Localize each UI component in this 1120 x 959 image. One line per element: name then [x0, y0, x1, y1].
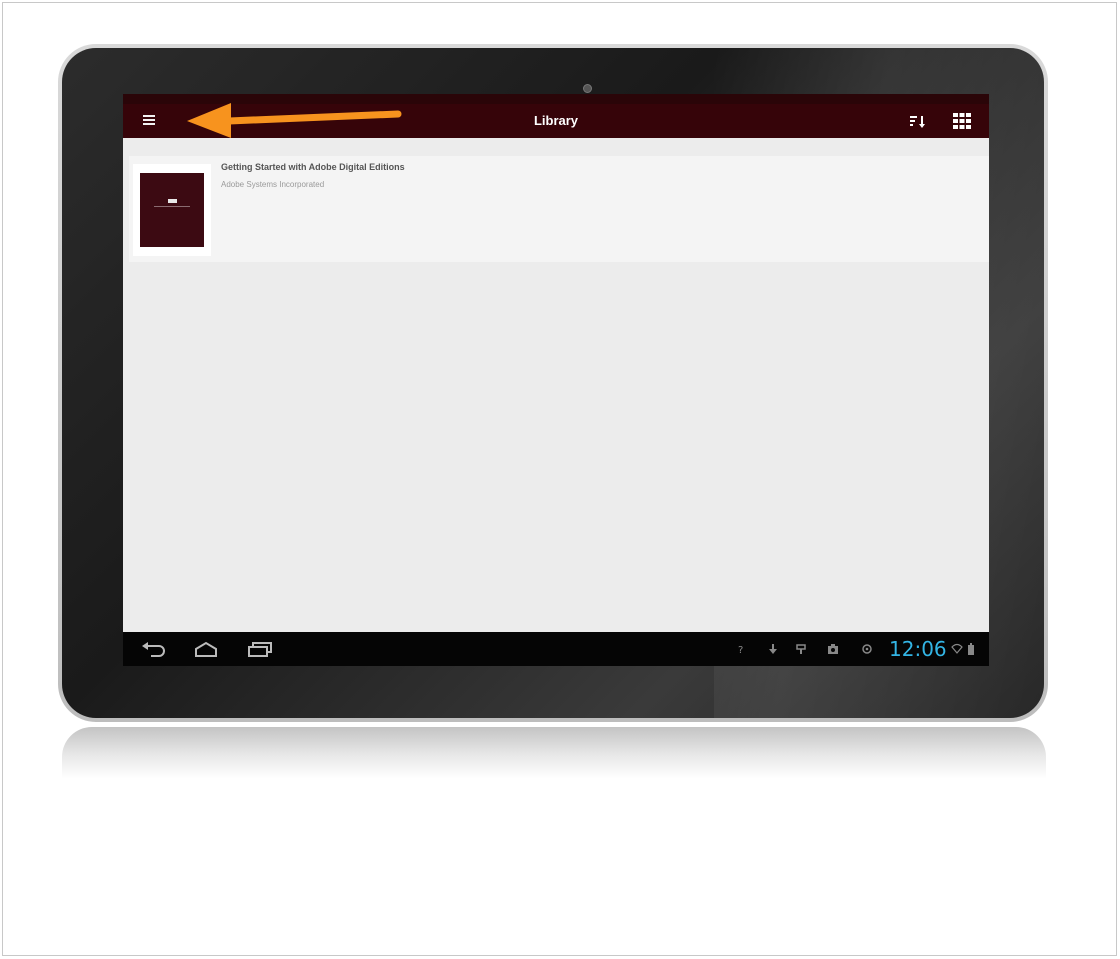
question-icon: ? — [738, 645, 743, 655]
book-cover — [133, 164, 211, 256]
camera-icon — [583, 84, 592, 93]
grid-view-icon[interactable] — [952, 112, 972, 130]
svg-text:?: ? — [738, 645, 743, 655]
library-book-item[interactable]: Getting Started with Adobe Digital Editi… — [129, 156, 989, 262]
screenshot-icon — [828, 644, 838, 654]
download-icon — [769, 644, 777, 654]
tablet-reflection — [62, 727, 1046, 779]
book-title: Getting Started with Adobe Digital Editi… — [221, 162, 405, 172]
system-clock: 12:06 — [889, 637, 947, 661]
sync-icon — [862, 644, 872, 654]
book-author: Adobe Systems Incorporated — [221, 180, 325, 189]
usb-icon — [796, 644, 806, 654]
recent-apps-icon[interactable] — [247, 641, 273, 657]
annotation-arrow-icon — [187, 103, 402, 138]
tablet-screen: Library Getting Started with Adobe Digit… — [123, 94, 989, 666]
system-navigation-bar: ? 12:06 — [123, 632, 989, 666]
sort-icon[interactable] — [909, 114, 927, 130]
battery-icon — [968, 643, 974, 655]
back-icon[interactable] — [141, 641, 167, 657]
wifi-icon — [951, 643, 963, 654]
home-icon[interactable] — [193, 641, 219, 657]
